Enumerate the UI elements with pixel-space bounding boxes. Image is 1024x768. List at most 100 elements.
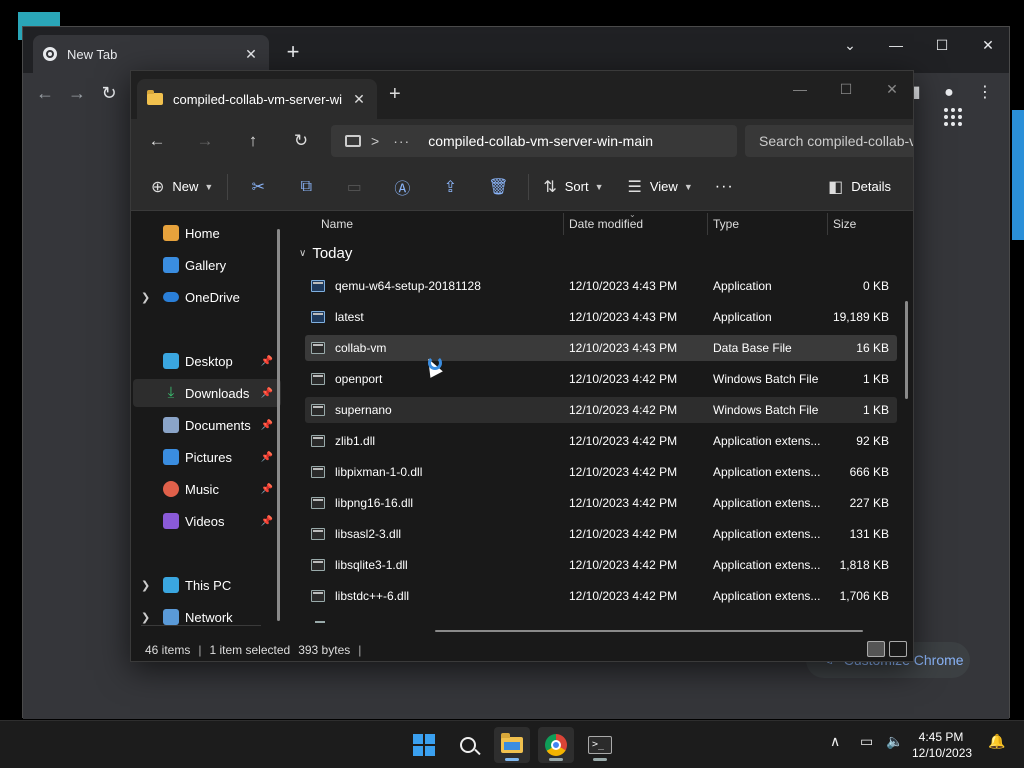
search-input[interactable] — [759, 133, 913, 149]
notification-bell-icon[interactable]: 🔔 — [988, 733, 1005, 750]
cut-icon[interactable]: ✂ — [234, 177, 282, 197]
nav-scrollbar[interactable] — [277, 229, 280, 621]
column-header-size[interactable]: Size — [833, 217, 856, 231]
network-icon[interactable]: ▭ — [860, 733, 873, 750]
more-options-button[interactable]: ··· — [707, 170, 742, 204]
close-tab-icon[interactable]: ✕ — [243, 46, 259, 63]
clock[interactable]: 4:45 PM 12/10/2023 — [912, 729, 972, 761]
column-divider[interactable] — [563, 213, 564, 235]
view-button[interactable]: ☰ View ▼ — [620, 170, 701, 204]
list-vertical-scrollbar[interactable] — [905, 301, 908, 399]
file-row[interactable]: libpixman-1-0.dll 12/10/2023 4:42 PM App… — [305, 459, 897, 485]
taskbar: >_ ∧ ▭ 🔈 4:45 PM 12/10/2023 🔔 — [0, 720, 1024, 768]
computer-icon — [345, 135, 361, 147]
nav-item-videos[interactable]: Videos 📌 — [133, 507, 281, 535]
chrome-tab-new-tab[interactable]: New Tab ✕ — [33, 35, 269, 73]
delete-icon[interactable]: 🗑 — [474, 177, 522, 197]
tab-search-icon[interactable]: ⌄ — [827, 31, 873, 59]
computer-icon — [163, 577, 179, 593]
menu-icon[interactable]: ⋮ — [971, 79, 999, 107]
file-row[interactable]: libsqlite3-1.dll 12/10/2023 4:42 PM Appl… — [305, 552, 897, 578]
file-row-hover[interactable]: supernano 12/10/2023 4:42 PM Windows Bat… — [305, 397, 897, 423]
pin-icon[interactable]: 📌 — [261, 516, 273, 527]
details-view-icon[interactable] — [867, 641, 885, 657]
list-horizontal-scrollbar[interactable] — [435, 630, 863, 632]
nav-item-this-pc[interactable]: ❯ This PC — [133, 571, 281, 599]
selection-count: 1 item selected — [209, 643, 291, 657]
back-icon[interactable]: ← — [31, 79, 59, 107]
address-input[interactable]: > ··· compiled-collab-vm-server-win-main — [331, 125, 737, 157]
nav-item-pictures[interactable]: Pictures 📌 — [133, 443, 281, 471]
column-header-type[interactable]: Type — [713, 217, 739, 231]
taskbar-file-explorer[interactable] — [494, 727, 530, 763]
up-icon[interactable]: ↑ — [239, 127, 267, 155]
start-button[interactable] — [406, 727, 442, 763]
sort-button[interactable]: ⇅ Sort ▼ — [535, 170, 611, 204]
cloud-icon — [163, 292, 179, 302]
refresh-icon[interactable]: ↻ — [287, 127, 315, 155]
search-box[interactable] — [745, 125, 913, 157]
pin-icon[interactable]: 📌 — [261, 420, 273, 431]
reload-icon[interactable]: ↻ — [95, 79, 123, 107]
file-row[interactable]: libpng16-16.dll 12/10/2023 4:42 PM Appli… — [305, 490, 897, 516]
pin-icon[interactable]: 📌 — [261, 452, 273, 463]
file-row[interactable]: qemu-w64-setup-20181128 12/10/2023 4:43 … — [305, 273, 897, 299]
explorer-tab[interactable]: compiled-collab-vm-server-wi ✕ — [137, 79, 377, 119]
volume-muted-icon[interactable]: 🔈 — [886, 733, 903, 750]
breadcrumb-path[interactable]: compiled-collab-vm-server-win-main — [428, 133, 653, 149]
close-window-icon[interactable]: ✕ — [869, 75, 913, 103]
share-icon[interactable]: ⇪ — [426, 177, 474, 197]
minimize-icon[interactable]: — — [777, 75, 823, 103]
file-row[interactable]: openport 12/10/2023 4:42 PM Windows Batc… — [305, 366, 897, 392]
nav-item-music[interactable]: Music 📌 — [133, 475, 281, 503]
maximize-icon[interactable]: ☐ — [823, 75, 869, 103]
column-header-date[interactable]: Date modified — [569, 217, 643, 231]
column-divider[interactable] — [707, 213, 708, 235]
nav-item-gallery[interactable]: Gallery — [133, 251, 281, 279]
file-row-selected[interactable]: collab-vm 12/10/2023 4:43 PM Data Base F… — [305, 335, 897, 361]
chevron-right-icon[interactable]: ❯ — [141, 291, 155, 304]
chevron-down-icon: ▼ — [204, 181, 214, 192]
nav-item-downloads[interactable]: ⤓ Downloads 📌 — [133, 379, 281, 407]
breadcrumb-overflow[interactable]: ··· — [393, 133, 410, 149]
copy-icon[interactable]: ⧉ — [282, 178, 330, 196]
search-button[interactable] — [450, 727, 486, 763]
new-tab-button[interactable]: + — [389, 83, 401, 106]
column-header-name[interactable]: Name — [321, 217, 353, 231]
pin-icon[interactable]: 📌 — [261, 356, 273, 367]
apps-icon[interactable] — [944, 108, 962, 126]
pin-icon[interactable]: 📌 — [261, 484, 273, 495]
forward-icon[interactable]: → — [63, 79, 91, 107]
taskbar-terminal[interactable]: >_ — [582, 727, 618, 763]
chevron-right-icon[interactable]: ❯ — [141, 579, 155, 592]
nav-item-desktop[interactable]: Desktop 📌 — [133, 347, 281, 375]
maximize-icon[interactable]: ☐ — [919, 31, 965, 59]
profile-icon[interactable]: ● — [935, 79, 963, 107]
nav-item-home[interactable]: Home — [133, 219, 281, 247]
details-label: Details — [851, 179, 891, 194]
forward-icon[interactable]: → — [191, 127, 219, 155]
chevron-right-icon[interactable]: ❯ — [141, 611, 155, 624]
rename-icon[interactable]: Ⓐ — [378, 175, 426, 199]
nav-item-documents[interactable]: Documents 📌 — [133, 411, 281, 439]
group-header-today[interactable]: ∨ Today — [299, 245, 352, 262]
close-tab-icon[interactable]: ✕ — [351, 91, 367, 108]
paste-icon[interactable]: ▭ — [330, 177, 378, 197]
file-row[interactable]: latest 12/10/2023 4:43 PM Application 19… — [305, 304, 897, 330]
details-button[interactable]: ◧ Details — [820, 170, 899, 204]
new-tab-button[interactable]: + — [281, 39, 305, 65]
close-window-icon[interactable]: ✕ — [965, 31, 1011, 59]
pin-icon[interactable]: 📌 — [261, 388, 273, 399]
taskbar-chrome[interactable] — [538, 727, 574, 763]
file-row[interactable]: libstdc++-6.dll 12/10/2023 4:42 PM Appli… — [305, 583, 897, 609]
nav-item-network[interactable]: ❯ Network — [133, 603, 281, 631]
file-row[interactable]: zlib1.dll 12/10/2023 4:42 PM Application… — [305, 428, 897, 454]
tiles-view-icon[interactable] — [889, 641, 907, 657]
new-button[interactable]: ⊕ New ▼ — [143, 170, 221, 204]
nav-item-onedrive[interactable]: ❯ OneDrive — [133, 283, 281, 311]
back-icon[interactable]: ← — [143, 127, 171, 155]
chevron-up-icon[interactable]: ∧ — [830, 733, 840, 750]
file-row[interactable]: libsasl2-3.dll 12/10/2023 4:42 PM Applic… — [305, 521, 897, 547]
column-divider[interactable] — [827, 213, 828, 235]
minimize-icon[interactable]: — — [873, 31, 919, 59]
